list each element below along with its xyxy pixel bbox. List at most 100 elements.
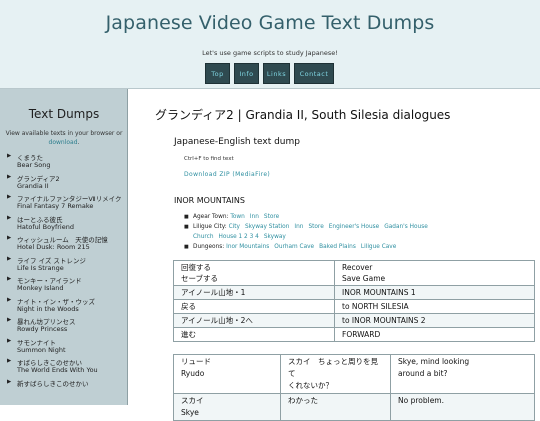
triangle-bullet-icon: ▶ [7, 194, 12, 200]
site-header: Japanese Video Game Text Dumps Let's use… [0, 0, 540, 89]
sidebar-item-twewy[interactable]: ▶ すばらしきこのせかい The World Ends With You [7, 357, 125, 378]
triangle-bullet-icon: ▶ [7, 173, 12, 180]
triangle-bullet-icon: ▶ [7, 153, 12, 159]
location-list: ■ Agear Town: Town Inn Store ■ Liligue Cit… [184, 214, 433, 254]
location-link[interactable]: Ourham Cave [274, 244, 314, 250]
sidebar-item-ff7-remake[interactable]: ▶ ファイナルファンタジーⅦリメイク Final Fantasy 7 Remake [7, 193, 125, 214]
location-link[interactable]: House 1 2 3 4 [219, 234, 259, 240]
sidebar-item-bear-song[interactable]: ▶ くまうた Bear Song [7, 152, 125, 173]
page-title: グランディア2 | Grandia II, South Silesia dial… [155, 108, 451, 122]
sidebar-item-en[interactable]: Summon Night [17, 346, 66, 354]
sidebar-item-summon-night[interactable]: ▶ サモンナイト Summon Night [7, 337, 125, 358]
sidebar-game-list: ▶ くまうた Bear Song ▶ グランディア2 Grandia II ▶ ファイナル… [7, 152, 125, 398]
sidebar-item-rowdy-princess[interactable]: ▶ 暴れん坊プリンセス Rowdy Princess [7, 316, 125, 337]
location-link[interactable]: Liligue Cave [361, 244, 396, 250]
sidebar-title: Text Dumps [28, 107, 100, 121]
sidebar-item-en[interactable]: Rowdy Princess [17, 325, 67, 333]
location-link[interactable]: Store [264, 214, 279, 220]
site-tagline: Let's use game scripts to study Japanese… [202, 49, 338, 57]
triangle-bullet-icon: ▶ [7, 317, 12, 323]
sidebar-item-neo-twewy[interactable]: ▶ 新すばらしきこのせかい [7, 378, 125, 399]
location-link[interactable]: Inn [294, 224, 303, 230]
top-nav: Top Info Links Contact [205, 63, 334, 84]
download-zip-link[interactable]: Download ZIP (MediaFire) [184, 171, 270, 178]
table-row: リュード Ryudo スカイ ちょっと周りを見て くれないか？ Skye, mi… [173, 354, 535, 394]
sidebar-item-en[interactable]: Monkey Island [17, 284, 64, 292]
sidebar-item-en[interactable]: Night in the Woods [17, 305, 79, 313]
section-title: Japanese-English text dump [174, 137, 300, 147]
table-cell-jp: 回復する セーブする [173, 260, 335, 286]
location-link[interactable]: Town [230, 214, 245, 220]
sidebar-item-en[interactable]: Hatoful Boyfriend [17, 223, 74, 231]
sidebar-item-en[interactable]: Final Fantasy 7 Remake [17, 202, 93, 210]
nav-top-button[interactable]: Top [205, 63, 230, 84]
table-cell-jp: アイノール山地・2へ [173, 313, 335, 328]
location-title: INOR MOUNTAINS [174, 196, 245, 205]
triangle-bullet-icon: ▶ [7, 276, 12, 282]
location-link[interactable]: Store [308, 224, 323, 230]
triangle-bullet-icon: ▶ [7, 296, 12, 303]
sidebar-item-jp[interactable]: 新すばらしきこのせかい [17, 378, 89, 388]
sidebar-item-life-is-strange[interactable]: ▶ ライフ イズ ストレンジ Life Is Strange [7, 255, 125, 276]
table-cell-en: to INOR MOUNTAINS 2 [334, 313, 535, 328]
site-title[interactable]: Japanese Video Game Text Dumps [0, 12, 540, 34]
location-link[interactable]: Baked Plains [319, 244, 356, 250]
sidebar-item-monkey-island[interactable]: ▶ モンキー・アイランド Monkey Island [7, 275, 125, 296]
line-en-cell: No problem. [390, 393, 535, 421]
dialogue-table-speech: リュード Ryudo スカイ ちょっと周りを見て くれないか？ Skye, mi… [173, 354, 535, 421]
location-label: Agear Town: [193, 214, 229, 220]
triangle-bullet-icon: ▶ [7, 358, 12, 364]
sidebar-desc-end: . [77, 139, 80, 146]
sidebar-item-hotel-dusk[interactable]: ▶ ウィッシュルーム 天使の記憶 Hotel Dusk: Room 215 [7, 234, 125, 255]
sidebar-item-night-in-the-woods[interactable]: ▶ ナイト・イン・ザ・ウッズ Night in the Woods [7, 296, 125, 317]
sidebar-desc-text: View available texts in your browser or [5, 130, 123, 137]
table-cell-en: to NORTH SILESIA [334, 299, 535, 314]
line-jp-cell: スカイ ちょっと周りを見て くれないか？ [280, 354, 391, 394]
triangle-bullet-icon: ▶ [7, 378, 12, 385]
triangle-bullet-icon: ▶ [7, 214, 12, 221]
location-row-liligue-city-cont: Church House 1 2 3 4 Skyway [193, 234, 433, 244]
location-row-dungeons: ■ Dungeons: Inor Mountains Ourham Cave Bak… [184, 244, 433, 254]
table-cell-jp: 進む [173, 327, 335, 342]
bullet-icon: ■ [184, 224, 189, 230]
bullet-icon: ■ [184, 244, 189, 250]
nav-contact-button[interactable]: Contact [294, 63, 334, 84]
sidebar: Text Dumps View available texts in your … [0, 89, 128, 405]
find-hint: Ctrl+F to find text [184, 156, 234, 162]
bullet-icon: ■ [184, 214, 189, 220]
table-row: スカイ Skye わかった No problem. [173, 393, 535, 421]
location-label: Dungeons: [193, 244, 225, 250]
location-link[interactable]: Skyway [264, 234, 286, 240]
dialogue-table-menu: 回復する セーブする Recover Save Game アイノール山地・1 I… [173, 260, 535, 342]
location-link[interactable]: Gadan's House [384, 224, 428, 230]
location-link[interactable]: Inn [250, 214, 259, 220]
location-link[interactable]: City [229, 224, 240, 230]
table-row: アイノール山地・2へ to INOR MOUNTAINS 2 [173, 313, 535, 328]
sidebar-item-en[interactable]: Hotel Dusk: Room 215 [17, 243, 90, 251]
table-row: 回復する セーブする Recover Save Game [173, 260, 535, 286]
speaker-cell: スカイ Skye [173, 393, 281, 421]
main-content: グランディア2 | Grandia II, South Silesia dial… [129, 89, 540, 421]
sidebar-download-link[interactable]: download [49, 139, 78, 146]
location-link[interactable]: Engineer's House [329, 224, 379, 230]
nav-links-button[interactable]: Links [263, 63, 290, 84]
sidebar-item-en[interactable]: Bear Song [17, 161, 51, 169]
location-link[interactable]: Church [193, 234, 214, 240]
table-cell-jp: アイノール山地・1 [173, 285, 335, 300]
table-cell-jp: 戻る [173, 299, 335, 314]
sidebar-item-en[interactable]: Life Is Strange [17, 264, 64, 272]
table-cell-en: Recover Save Game [334, 260, 535, 286]
sidebar-item-hatoful-boyfriend[interactable]: ▶ はーとふる彼氏 Hatoful Boyfriend [7, 214, 125, 235]
sidebar-item-en[interactable]: Grandia II [17, 182, 49, 190]
location-row-agear-town: ■ Agear Town: Town Inn Store [184, 214, 433, 224]
line-en-cell: Skye, mind looking around a bit? [390, 354, 535, 394]
sidebar-item-grandia-2[interactable]: ▶ グランディア2 Grandia II [7, 173, 125, 194]
triangle-bullet-icon: ▶ [7, 235, 12, 241]
nav-info-button[interactable]: Info [234, 63, 259, 84]
triangle-bullet-icon: ▶ [7, 255, 12, 262]
sidebar-description: View available texts in your browser or d… [4, 129, 124, 147]
sidebar-item-en[interactable]: The World Ends With You [17, 366, 98, 374]
location-row-liligue-city: ■ Liligue City: City Skyway Station Inn Sto… [184, 224, 433, 234]
location-link[interactable]: Skyway Station [245, 224, 289, 230]
location-link[interactable]: Inor Mountains [226, 244, 269, 250]
